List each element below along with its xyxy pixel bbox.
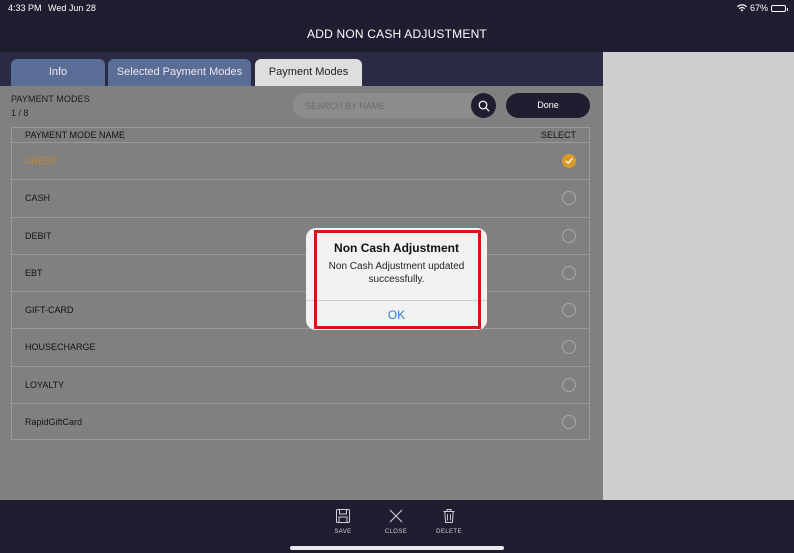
payment-modes-panel: Info Selected Payment Modes Payment Mode… bbox=[0, 52, 603, 500]
radio-icon[interactable] bbox=[562, 415, 576, 430]
close-icon bbox=[376, 506, 416, 526]
search-button[interactable] bbox=[471, 93, 496, 118]
table-row[interactable]: DEBIT bbox=[12, 218, 589, 255]
status-date: Wed Jun 28 bbox=[48, 3, 96, 13]
status-time: 4:33 PM bbox=[8, 3, 42, 13]
table-row[interactable]: EBT bbox=[12, 255, 589, 293]
radio-icon[interactable] bbox=[562, 303, 576, 318]
radio-icon[interactable] bbox=[562, 228, 576, 243]
alert-title: Non Cash Adjustment bbox=[334, 241, 459, 255]
column-header-select: SELECT bbox=[540, 130, 576, 140]
row-name: LOYALTY bbox=[25, 379, 65, 390]
payment-modes-count: 1 / 8 bbox=[11, 108, 29, 118]
wifi-icon bbox=[736, 4, 747, 12]
row-name: CREDIT bbox=[25, 156, 59, 166]
row-name: RapidGiftCard bbox=[25, 417, 83, 428]
table-row[interactable]: CASH bbox=[12, 180, 589, 218]
radio-icon[interactable] bbox=[562, 340, 576, 355]
payment-modes-table: PAYMENT MODE NAME SELECT CREDIT CASH DEB… bbox=[11, 127, 590, 440]
save-label: SAVE bbox=[334, 529, 352, 535]
save-icon bbox=[323, 506, 363, 526]
radio-icon[interactable] bbox=[562, 265, 576, 280]
status-right: 67% bbox=[736, 3, 788, 13]
table-row[interactable]: CREDIT bbox=[12, 143, 589, 181]
checkmark-icon[interactable] bbox=[562, 154, 576, 168]
row-name: HOUSECHARGE bbox=[25, 342, 96, 353]
tab-selected-payment-modes[interactable]: Selected Payment Modes bbox=[108, 59, 251, 86]
close-button[interactable]: CLOSE bbox=[376, 506, 416, 535]
row-name: DEBIT bbox=[25, 230, 52, 241]
alert-ok-button[interactable]: OK bbox=[306, 301, 487, 330]
right-empty-panel bbox=[603, 52, 794, 500]
bottom-toolbar: SAVE CLOSE DELETE bbox=[0, 500, 794, 553]
search-input[interactable] bbox=[305, 97, 465, 114]
save-button[interactable]: SAVE bbox=[323, 506, 363, 535]
tab-payment-modes[interactable]: Payment Modes bbox=[255, 59, 362, 86]
delete-label: DELETE bbox=[436, 529, 462, 535]
radio-icon[interactable] bbox=[562, 377, 576, 392]
trash-icon bbox=[429, 506, 469, 526]
home-indicator bbox=[290, 546, 504, 550]
table-header: PAYMENT MODE NAME SELECT bbox=[12, 128, 589, 143]
delete-button[interactable]: DELETE bbox=[429, 506, 469, 535]
battery-percent: 67% bbox=[749, 3, 768, 13]
success-alert: Non Cash Adjustment Non Cash Adjustment … bbox=[306, 228, 487, 330]
row-name: CASH bbox=[25, 193, 51, 204]
search-field bbox=[293, 93, 495, 118]
search-icon bbox=[478, 100, 489, 111]
done-button[interactable]: Done bbox=[506, 93, 590, 118]
payment-modes-label: PAYMENT MODES bbox=[11, 94, 90, 104]
table-row[interactable]: HOUSECHARGE bbox=[12, 329, 589, 367]
column-header-name: PAYMENT MODE NAME bbox=[25, 130, 126, 140]
table-row[interactable]: LOYALTY bbox=[12, 367, 589, 405]
tab-info[interactable]: Info bbox=[11, 59, 105, 86]
row-name: EBT bbox=[25, 267, 43, 278]
row-name: GIFT-CARD bbox=[25, 305, 74, 316]
battery-icon bbox=[771, 4, 788, 12]
close-label: CLOSE bbox=[384, 529, 408, 535]
radio-icon[interactable] bbox=[562, 191, 576, 206]
page-title: ADD NON CASH ADJUSTMENT bbox=[0, 16, 794, 52]
table-row[interactable]: RapidGiftCard bbox=[12, 404, 589, 441]
alert-message: Non Cash Adjustment updated successfully… bbox=[328, 261, 465, 285]
table-row[interactable]: GIFT-CARD bbox=[12, 292, 589, 330]
tab-strip: Info Selected Payment Modes Payment Mode… bbox=[0, 52, 603, 86]
status-bar: 4:33 PM Wed Jun 28 67% bbox=[0, 0, 794, 16]
